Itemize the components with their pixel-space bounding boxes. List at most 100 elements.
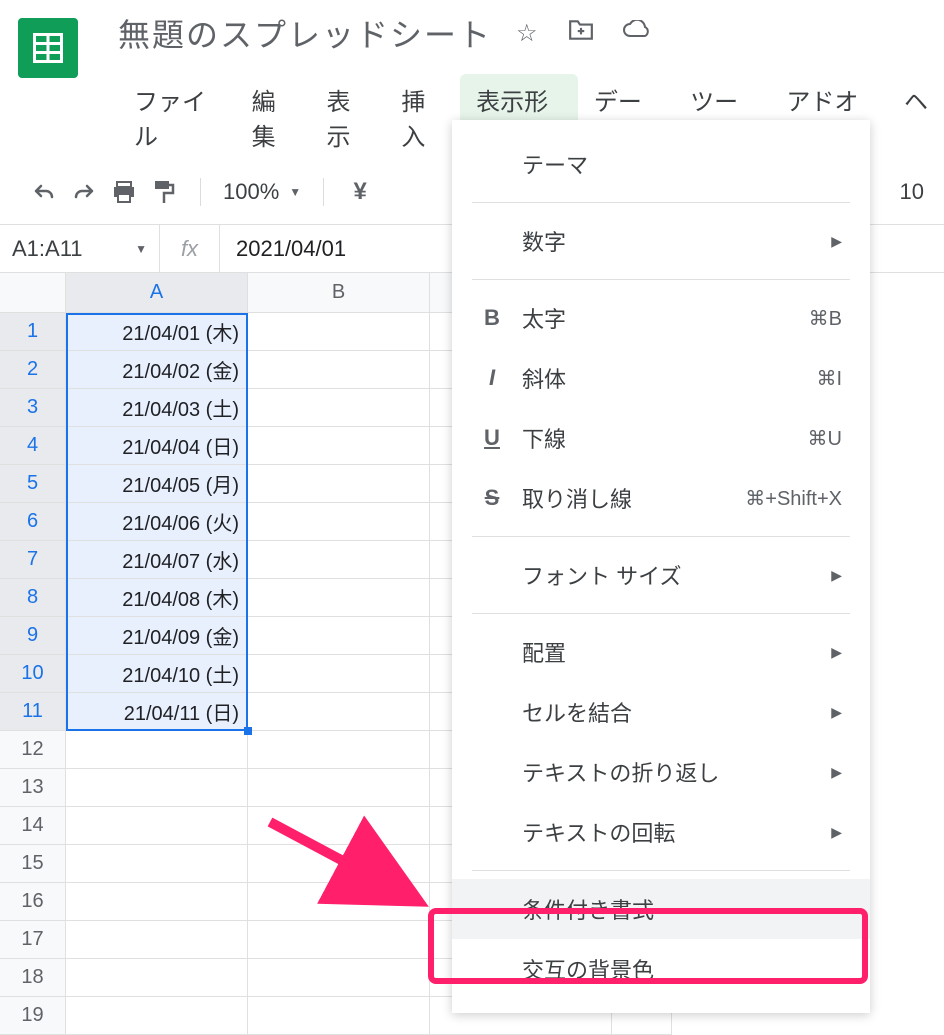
cell[interactable]: 21/04/02 (金) [66,351,248,389]
row-header[interactable]: 12 [0,731,66,769]
menu-file[interactable]: ファイル [118,74,236,160]
undo-icon[interactable] [30,178,58,206]
chevron-right-icon: ▶ [831,233,842,250]
cell[interactable] [248,617,430,655]
cloud-icon[interactable] [622,19,650,47]
paint-format-icon[interactable] [150,178,178,206]
row-header[interactable]: 4 [0,427,66,465]
menu-italic[interactable]: I斜体⌘I [452,348,870,408]
cell[interactable] [66,883,248,921]
menu-rotate[interactable]: テキストの回転▶ [452,802,870,862]
cell[interactable] [66,997,248,1035]
cell[interactable]: 21/04/01 (木) [66,313,248,351]
fx-label: fx [160,225,220,272]
cell[interactable]: 21/04/11 (日) [66,693,248,731]
shortcut-label: ⌘U [808,426,842,451]
menu-alternating-colors[interactable]: 交互の背景色 [452,939,870,999]
cell[interactable] [248,655,430,693]
row-header[interactable]: 9 [0,617,66,655]
menu-align[interactable]: 配置▶ [452,622,870,682]
cell[interactable] [248,731,430,769]
row-header[interactable]: 2 [0,351,66,389]
strike-icon: S [478,485,506,511]
currency-icon[interactable]: ¥ [346,178,374,206]
row-header[interactable]: 10 [0,655,66,693]
cell[interactable] [66,807,248,845]
cell[interactable] [66,769,248,807]
cell[interactable] [248,883,430,921]
cell[interactable] [66,731,248,769]
cell[interactable] [248,541,430,579]
cell[interactable] [248,921,430,959]
menu-bold[interactable]: B太字⌘B [452,288,870,348]
cell[interactable] [248,997,430,1035]
cell[interactable] [248,313,430,351]
cell[interactable]: 21/04/05 (月) [66,465,248,503]
formula-bar[interactable]: 2021/04/01 [220,236,362,262]
menu-help[interactable]: ヘ [888,74,944,160]
menu-conditional-format[interactable]: 条件付き書式 [452,879,870,939]
cell[interactable] [248,807,430,845]
move-icon[interactable] [568,19,594,48]
doc-title[interactable]: 無題のスプレッドシート [118,10,492,56]
menu-merge[interactable]: セルを結合▶ [452,682,870,742]
selection-handle[interactable] [244,727,252,735]
font-size-input[interactable]: 10 [900,179,924,205]
cell[interactable] [66,921,248,959]
menu-underline[interactable]: U下線⌘U [452,408,870,468]
cell[interactable]: 21/04/07 (水) [66,541,248,579]
menu-edit[interactable]: 編集 [236,74,311,160]
menu-fontsize[interactable]: フォント サイズ▶ [452,545,870,605]
menu-theme[interactable]: テーマ [452,134,870,194]
menu-insert[interactable]: 挿入 [385,74,460,160]
cell[interactable]: 21/04/03 (土) [66,389,248,427]
row-header[interactable]: 7 [0,541,66,579]
row-header[interactable]: 18 [0,959,66,997]
cell[interactable]: 21/04/10 (土) [66,655,248,693]
cell[interactable] [248,769,430,807]
cell[interactable] [66,845,248,883]
cell[interactable]: 21/04/08 (木) [66,579,248,617]
cell[interactable] [248,465,430,503]
print-icon[interactable] [110,178,138,206]
col-header-a[interactable]: A [66,273,248,313]
cell[interactable] [66,959,248,997]
zoom-select[interactable]: 100%▼ [223,179,301,205]
menu-wrap[interactable]: テキストの折り返し▶ [452,742,870,802]
col-header-b[interactable]: B [248,273,430,313]
menu-number[interactable]: 数字▶ [452,211,870,271]
chevron-right-icon: ▶ [831,704,842,721]
cell[interactable] [248,427,430,465]
cell[interactable] [248,351,430,389]
row-header[interactable]: 14 [0,807,66,845]
cell[interactable]: 21/04/04 (日) [66,427,248,465]
cell[interactable] [248,579,430,617]
cell[interactable] [248,503,430,541]
shortcut-label: ⌘+Shift+X [745,486,842,511]
redo-icon[interactable] [70,178,98,206]
cell[interactable]: 21/04/06 (火) [66,503,248,541]
cell[interactable] [248,389,430,427]
star-icon[interactable]: ☆ [516,19,540,48]
row-header[interactable]: 15 [0,845,66,883]
select-all-corner[interactable] [0,273,66,313]
cell[interactable] [248,959,430,997]
cell[interactable] [248,693,430,731]
row-header[interactable]: 3 [0,389,66,427]
row-header[interactable]: 6 [0,503,66,541]
menu-strike[interactable]: S取り消し線⌘+Shift+X [452,468,870,528]
row-header[interactable]: 5 [0,465,66,503]
row-header[interactable]: 16 [0,883,66,921]
row-header[interactable]: 13 [0,769,66,807]
row-header[interactable]: 11 [0,693,66,731]
row-header[interactable]: 1 [0,313,66,351]
name-box[interactable]: A1:A11▼ [0,225,160,272]
cell[interactable]: 21/04/09 (金) [66,617,248,655]
row-header[interactable]: 17 [0,921,66,959]
menu-view[interactable]: 表示 [311,74,386,160]
cell[interactable] [248,845,430,883]
chevron-right-icon: ▶ [831,644,842,661]
row-header[interactable]: 8 [0,579,66,617]
row-header[interactable]: 19 [0,997,66,1035]
sheets-logo[interactable] [18,18,78,78]
